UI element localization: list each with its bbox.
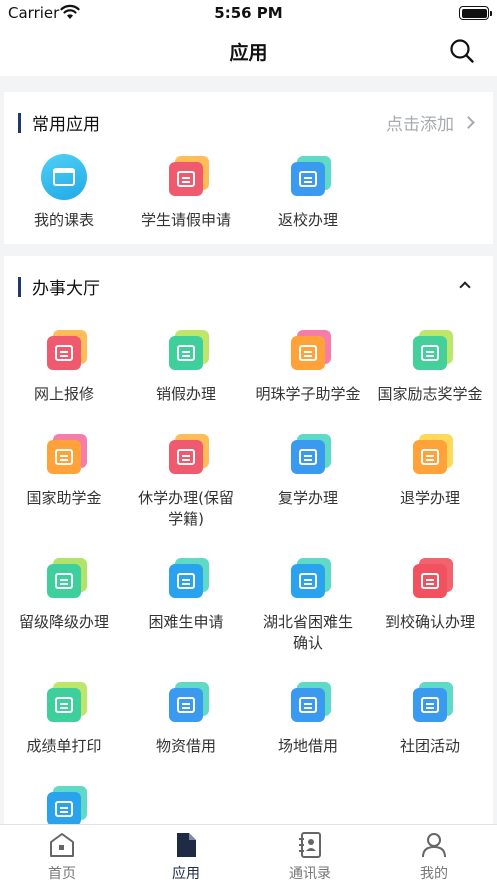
app-label: 退学办理 <box>399 489 460 507</box>
return-school-icon <box>285 154 331 200</box>
contacts-icon <box>299 832 321 858</box>
section-indicator <box>18 113 21 133</box>
tab-label: 首页 <box>48 866 76 882</box>
hall-app-12[interactable]: 成绩单打印 <box>8 680 120 757</box>
app-label: 物资借用 <box>155 737 216 755</box>
resume-icon <box>285 432 331 478</box>
app-label: 休学办理(保留学籍) <box>138 489 234 528</box>
hall-app-3[interactable]: 国家励志奖学金 <box>374 328 486 405</box>
app-label: 学生请假申请 <box>140 211 231 229</box>
section-indicator <box>18 277 21 297</box>
app-label: 我的课表 <box>33 211 94 229</box>
hall-app-4[interactable]: 国家助学金 <box>8 432 120 509</box>
money-bag-icon <box>285 328 331 374</box>
navigation-bar: 应用 <box>0 28 497 76</box>
transcript-icon <box>41 680 87 726</box>
arrival-confirm-icon <box>407 556 453 602</box>
add-app-button[interactable]: 点击添加 <box>386 110 475 135</box>
app-label: 销假办理 <box>155 385 216 403</box>
tab-mine[interactable]: 我的 <box>372 825 496 883</box>
tab-label: 通讯录 <box>289 866 331 882</box>
withdraw-icon <box>407 432 453 478</box>
service-hall-header: 办事大厅 <box>4 256 493 318</box>
hardship-icon <box>163 556 209 602</box>
clock: 5:56 PM <box>214 4 283 22</box>
hardship-confirm-icon <box>285 556 331 602</box>
app-label: 场地借用 <box>277 737 338 755</box>
chevron-right-icon <box>462 116 475 129</box>
app-my-schedule[interactable]: 我的课表 <box>8 154 120 231</box>
chevron-up-icon[interactable] <box>459 281 471 293</box>
hall-app-1[interactable]: 销假办理 <box>130 328 242 405</box>
hall-app-11[interactable]: 到校确认办理 <box>374 556 486 633</box>
tab-bar: 首页 应用 通讯录 我的 <box>0 824 497 883</box>
add-app-label: 点击添加 <box>386 115 454 135</box>
app-label: 到校确认办理 <box>384 613 475 631</box>
common-apps-section: 常用应用 点击添加 我的课表 学生请假申请 返校办理 <box>4 92 493 244</box>
service-hall-section: 办事大厅 网上报修 销假办理 明珠学子助学金 国家励志奖学金国家助学金 休学办理(保留学… <box>4 256 493 824</box>
status-bar: Carrier 5:56 PM <box>0 0 497 28</box>
leave-request-icon <box>163 154 209 200</box>
hall-app-9[interactable]: 困难生申请 <box>130 556 242 633</box>
tab-label: 我的 <box>420 866 448 882</box>
repeat-grade-icon <box>41 556 87 602</box>
app-label: 网上报修 <box>33 385 94 403</box>
hall-app-7[interactable]: 退学办理 <box>374 432 486 509</box>
hall-app-6[interactable]: 复学办理 <box>252 432 364 509</box>
app-label: 社团活动 <box>399 737 460 755</box>
search-icon[interactable] <box>449 38 475 64</box>
hall-app-16[interactable] <box>8 784 120 824</box>
person-icon <box>422 833 446 858</box>
money-bag-icon <box>41 432 87 478</box>
page-title: 应用 <box>229 42 268 64</box>
app-label: 明珠学子助学金 <box>255 385 361 403</box>
app-label: 成绩单打印 <box>26 737 102 755</box>
club-icon <box>407 680 453 726</box>
app-label: 湖北省困难生确认 <box>262 613 353 652</box>
app-label: 困难生申请 <box>148 613 224 631</box>
tab-apps[interactable]: 应用 <box>124 825 248 883</box>
app-return-school[interactable]: 返校办理 <box>252 154 364 231</box>
service-hall-title: 办事大厅 <box>32 279 100 299</box>
hall-app-10[interactable]: 湖北省困难生确认 <box>252 556 364 654</box>
money-bag-icon <box>407 328 453 374</box>
tab-label: 应用 <box>172 866 200 882</box>
common-apps-title: 常用应用 <box>32 115 100 135</box>
app-list-content[interactable]: 常用应用 点击添加 我的课表 学生请假申请 返校办理 办事大厅 网上报修 销假办… <box>0 76 497 824</box>
hall-app-15[interactable]: 社团活动 <box>374 680 486 757</box>
calendar-icon <box>41 154 87 200</box>
app-leave-request[interactable]: 学生请假申请 <box>130 154 242 231</box>
hall-app-2[interactable]: 明珠学子助学金 <box>252 328 364 405</box>
app-label: 留级降级办理 <box>18 613 109 631</box>
repair-icon <box>41 328 87 374</box>
app-label: 复学办理 <box>277 489 338 507</box>
tab-contacts[interactable]: 通讯录 <box>248 825 372 883</box>
leave-cancel-icon <box>163 328 209 374</box>
battery-icon <box>459 6 492 20</box>
tab-home[interactable]: 首页 <box>0 825 124 883</box>
app-label: 返校办理 <box>277 211 338 229</box>
home-icon <box>50 833 74 857</box>
hall-app-8[interactable]: 留级降级办理 <box>8 556 120 633</box>
suspend-icon <box>163 432 209 478</box>
hall-app-0[interactable]: 网上报修 <box>8 328 120 405</box>
hall-app-13[interactable]: 物资借用 <box>130 680 242 757</box>
user-card-icon <box>41 784 87 824</box>
app-label: 国家励志奖学金 <box>377 385 483 403</box>
document-icon <box>177 833 196 857</box>
hall-app-5[interactable]: 休学办理(保留学籍) <box>130 432 242 530</box>
clipboard-icon <box>163 680 209 726</box>
common-apps-header: 常用应用 点击添加 <box>4 92 493 154</box>
app-label: 国家助学金 <box>26 489 102 507</box>
hall-app-14[interactable]: 场地借用 <box>252 680 364 757</box>
venue-icon <box>285 680 331 726</box>
